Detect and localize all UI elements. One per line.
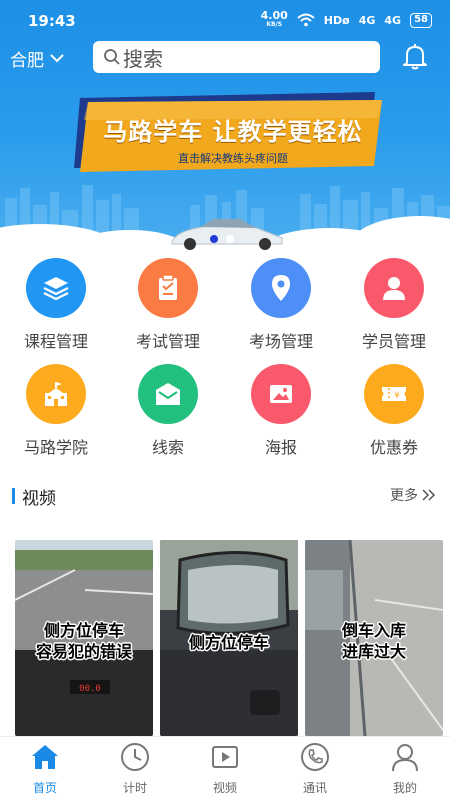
header-banner-area: 马路学车 让教学更轻松 直击解决教练头疼问题 19:43 4.00 KB/S H… (0, 0, 450, 250)
clipboard-icon (138, 258, 198, 318)
location-pin-icon (251, 258, 311, 318)
double-chevron-right-icon (422, 489, 436, 501)
feature-label: 海报 (264, 438, 297, 457)
video-list: 00.0 侧方位停车 容易犯的错误 侧方位停车 倒车入库 进库过大 (0, 540, 450, 736)
video-card[interactable]: 00.0 侧方位停车 容易犯的错误 (15, 540, 153, 736)
video-caption-line2: 进库过大 (341, 642, 406, 661)
signal-2-label: 4G (384, 13, 402, 27)
home-icon (32, 745, 58, 769)
mail-icon (138, 364, 198, 424)
video-caption: 倒车入库 进库过大 (305, 620, 443, 662)
network-speed: 4.00 KB/S (260, 9, 288, 29)
signal-1-label: 4G (358, 13, 376, 27)
bell-icon[interactable] (402, 43, 428, 71)
layers-icon (26, 258, 86, 318)
feature-label: 线索 (151, 438, 184, 457)
feature-course-management[interactable]: 课程管理 (0, 258, 112, 358)
feature-exam-management[interactable]: 考试管理 (112, 258, 224, 358)
video-caption: 侧方位停车 (160, 632, 298, 653)
city-selector[interactable]: 合肥 (10, 46, 64, 71)
feature-grid: 课程管理 考试管理 考场管理 学员管理 马路学院 线索 海报 ¥ 优惠券 (0, 258, 450, 468)
nav-video[interactable]: 视频 (180, 741, 270, 796)
banner-subtitle: 直击解决教练头疼问题 (178, 152, 288, 165)
search-placeholder: 搜索 (123, 46, 163, 71)
dashboard-reading: 00.0 (79, 684, 101, 694)
video-caption-line2: 容易犯的错误 (35, 642, 132, 661)
svg-text:¥: ¥ (394, 391, 400, 401)
status-time: 19:43 (28, 12, 76, 30)
city-name: 合肥 (10, 51, 44, 71)
nav-label: 通讯 (302, 781, 327, 795)
phone-icon (301, 743, 329, 771)
nav-label: 首页 (32, 781, 57, 795)
video-caption-line1: 倒车入库 (341, 621, 406, 640)
carousel-indicator[interactable] (210, 235, 234, 243)
status-indicators: 4.00 KB/S HDø 4G 4G 58 (260, 9, 432, 29)
user-icon (364, 258, 424, 318)
feature-malu-academy[interactable]: 马路学院 (0, 364, 112, 464)
school-icon (26, 364, 86, 424)
nav-contacts[interactable]: 通讯 (270, 741, 360, 796)
network-speed-unit: KB/S (266, 21, 283, 28)
nav-label: 我的 (392, 781, 417, 795)
feature-label: 马路学院 (23, 438, 88, 457)
video-caption-line1: 侧方位停车 (43, 621, 124, 640)
feature-coupon[interactable]: ¥ 优惠券 (338, 364, 450, 464)
section-title: 视频 (22, 489, 56, 509)
top-bar: 合肥 搜索 (0, 40, 450, 76)
more-label: 更多 (390, 488, 418, 504)
nav-timer[interactable]: 计时 (90, 741, 180, 796)
coupon-icon: ¥ (364, 364, 424, 424)
carousel-dot[interactable] (226, 235, 234, 243)
nav-label: 视频 (212, 781, 237, 795)
picture-icon (251, 364, 311, 424)
video-play-icon (212, 746, 238, 768)
section-accent-bar (12, 488, 15, 504)
feature-student-management[interactable]: 学员管理 (338, 258, 450, 358)
banner-title: 马路学车 让教学更轻松 (103, 118, 363, 146)
hd-indicator: HDø (323, 13, 350, 27)
nav-home[interactable]: 首页 (0, 741, 90, 796)
battery-indicator: 58 (410, 12, 432, 28)
video-caption: 侧方位停车 容易犯的错误 (15, 620, 153, 662)
feature-label: 考试管理 (135, 332, 200, 351)
search-icon (104, 49, 120, 65)
nav-label: 计时 (122, 781, 147, 795)
video-caption-line1: 侧方位停车 (188, 633, 269, 652)
feature-label: 考场管理 (248, 332, 313, 351)
feature-leads[interactable]: 线索 (112, 364, 224, 464)
video-section-header: 视频 更多 (0, 480, 450, 510)
video-card[interactable]: 倒车入库 进库过大 (305, 540, 443, 736)
profile-icon (392, 744, 418, 772)
carousel-dot-active[interactable] (210, 235, 218, 243)
status-bar: 19:43 4.00 KB/S HDø 4G 4G 58 (0, 0, 450, 40)
feature-venue-management[interactable]: 考场管理 (225, 258, 337, 358)
feature-label: 优惠券 (369, 438, 418, 457)
feature-poster[interactable]: 海报 (225, 364, 337, 464)
feature-label: 学员管理 (361, 332, 426, 351)
network-speed-value: 4.00 (260, 9, 288, 22)
clock-icon (121, 743, 149, 771)
chevron-down-icon (50, 54, 64, 63)
video-card[interactable]: 侧方位停车 (160, 540, 298, 736)
bottom-navigation: 首页 计时 视频 通讯 我的 (0, 736, 450, 800)
nav-profile[interactable]: 我的 (360, 741, 450, 796)
more-link[interactable]: 更多 (390, 485, 436, 505)
feature-label: 课程管理 (23, 332, 88, 351)
search-input[interactable]: 搜索 (93, 41, 380, 73)
wifi-icon (297, 13, 315, 27)
